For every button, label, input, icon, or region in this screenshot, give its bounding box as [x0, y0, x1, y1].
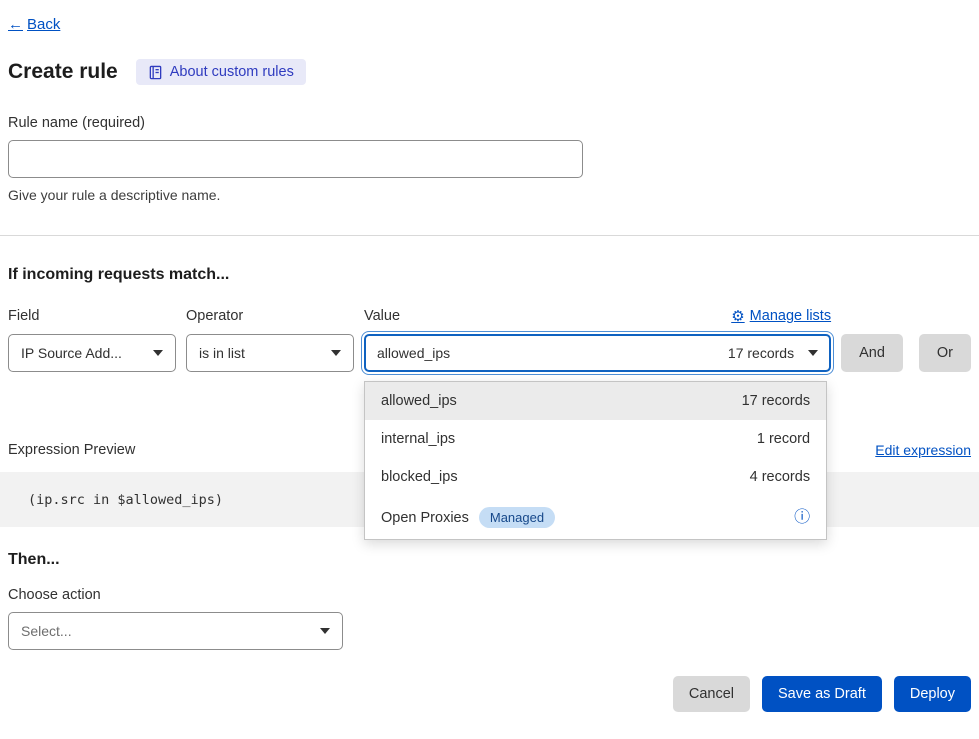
list-item-meta: 4 records — [750, 469, 810, 485]
match-heading: If incoming requests match... — [8, 266, 971, 284]
cancel-button[interactable]: Cancel — [673, 676, 750, 712]
save-as-draft-button[interactable]: Save as Draft — [762, 676, 882, 712]
rule-name-label: Rule name (required) — [8, 115, 971, 131]
or-column: Or — [919, 334, 971, 372]
list-item-blocked-ips[interactable]: blocked_ips 4 records — [365, 458, 826, 496]
operator-select-value: is in list — [199, 345, 323, 361]
action-select-placeholder: Select... — [21, 623, 312, 639]
back-link[interactable]: ← Back — [8, 16, 60, 33]
field-select[interactable]: IP Source Add... — [8, 334, 176, 372]
list-item-open-proxies[interactable]: Open Proxies Managed ⓘ — [365, 496, 826, 539]
info-icon[interactable]: ⓘ — [794, 510, 810, 526]
chevron-down-icon — [331, 350, 341, 356]
field-select-value: IP Source Add... — [21, 345, 145, 361]
book-icon — [148, 65, 163, 80]
manage-lists-link[interactable]: ⚙ Manage lists — [731, 307, 831, 325]
title-row: Create rule About custom rules — [8, 59, 971, 85]
create-rule-page: ← Back Create rule About custom rules Ru… — [0, 0, 979, 712]
then-heading: Then... — [8, 551, 971, 569]
about-badge-label: About custom rules — [170, 64, 294, 80]
deploy-button[interactable]: Deploy — [894, 676, 971, 712]
chevron-down-icon — [320, 628, 330, 634]
value-select-meta: 17 records — [728, 345, 800, 361]
about-custom-rules-link[interactable]: About custom rules — [136, 59, 306, 85]
list-item-name: internal_ips — [381, 431, 455, 447]
operator-column: Operator is in list — [186, 306, 354, 372]
value-column: Value ⚙ Manage lists allowed_ips 17 reco… — [364, 306, 831, 372]
footer-actions: Cancel Save as Draft Deploy — [8, 676, 971, 712]
chevron-down-icon — [153, 350, 163, 356]
rule-name-input[interactable] — [8, 140, 583, 178]
and-button[interactable]: And — [841, 334, 903, 372]
section-divider — [0, 235, 979, 236]
field-column: Field IP Source Add... — [8, 306, 176, 372]
rule-name-helper: Give your rule a descriptive name. — [8, 187, 971, 203]
edit-expression-link[interactable]: Edit expression — [875, 442, 971, 458]
list-item-name: Open Proxies — [381, 510, 469, 526]
and-column: And — [841, 334, 903, 372]
list-item-internal-ips[interactable]: internal_ips 1 record — [365, 420, 826, 458]
chevron-down-icon — [808, 350, 818, 356]
back-arrow-icon: ← — [8, 16, 23, 33]
list-item-name: allowed_ips — [381, 393, 457, 409]
or-button[interactable]: Or — [919, 334, 971, 372]
expression-preview-label: Expression Preview — [8, 442, 135, 458]
value-dropdown-menu: allowed_ips 17 records internal_ips 1 re… — [364, 381, 827, 540]
back-label: Back — [27, 16, 60, 33]
match-row: Field IP Source Add... Operator is in li… — [8, 306, 971, 372]
list-item-name: blocked_ips — [381, 469, 458, 485]
expression-code: (ip.src in $allowed_ips) — [28, 492, 223, 508]
back-row: ← Back — [8, 0, 971, 33]
field-label: Field — [8, 308, 39, 324]
value-select[interactable]: allowed_ips 17 records — [364, 334, 831, 372]
operator-select[interactable]: is in list — [186, 334, 354, 372]
managed-badge: Managed — [479, 507, 555, 528]
list-item-allowed-ips[interactable]: allowed_ips 17 records — [365, 382, 826, 420]
value-label: Value — [364, 308, 400, 324]
choose-action-label: Choose action — [8, 587, 971, 603]
page-title: Create rule — [8, 60, 118, 84]
list-item-meta: 17 records — [742, 393, 811, 409]
operator-label: Operator — [186, 308, 243, 324]
gear-icon: ⚙ — [731, 307, 744, 325]
list-item-meta: 1 record — [757, 431, 810, 447]
value-select-value: allowed_ips — [377, 345, 720, 361]
manage-lists-label: Manage lists — [750, 308, 831, 324]
action-select[interactable]: Select... — [8, 612, 343, 650]
